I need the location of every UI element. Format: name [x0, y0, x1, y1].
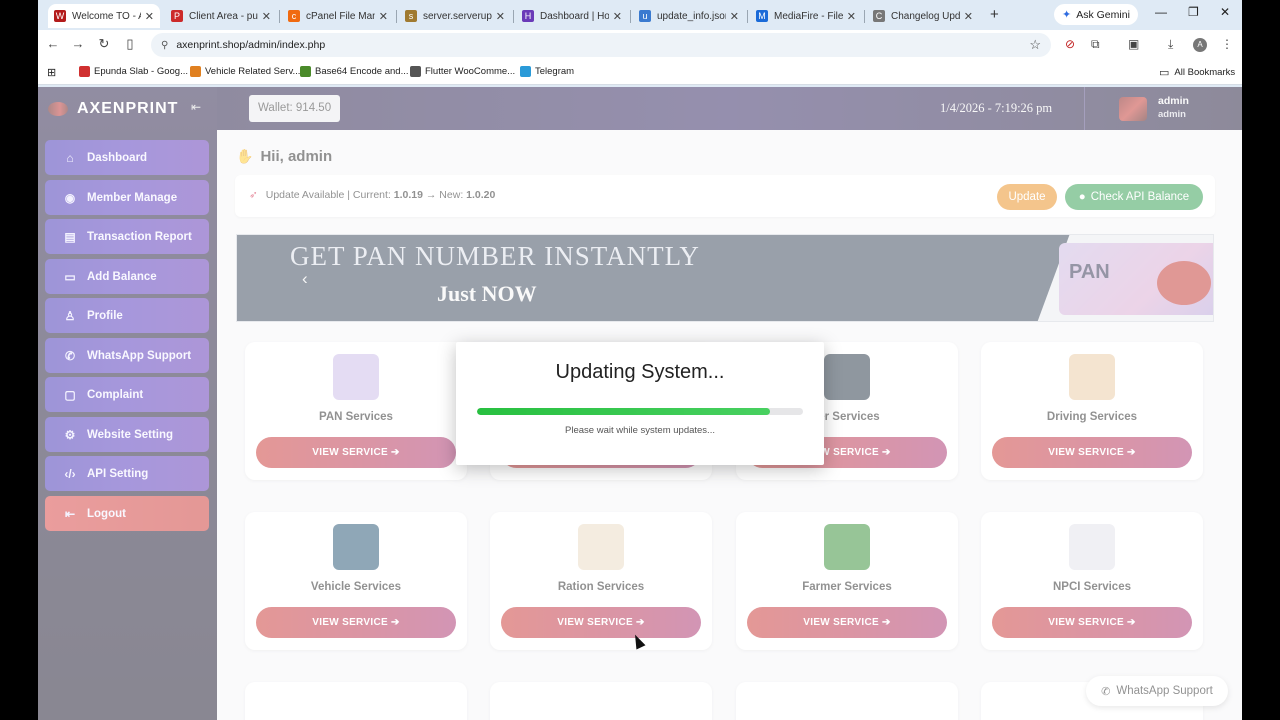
bookmark-item[interactable]: Vehicle Related Serv...	[190, 66, 300, 77]
address-bar[interactable]: ⚲ axenprint.shop/admin/index.php ☆	[151, 33, 1051, 57]
update-modal: Updating System... Please wait while sys…	[456, 342, 824, 465]
forward-arrow-icon[interactable]: →	[69, 36, 87, 51]
folder-icon: ▭	[1159, 67, 1170, 79]
bookmark-item[interactable]: Epunda Slab - Goog...	[79, 66, 188, 77]
tab-close-icon[interactable]: ✕	[379, 10, 388, 23]
block-icon[interactable]: ⊘	[1065, 37, 1075, 51]
tab-close-icon[interactable]: ✕	[145, 10, 154, 23]
tab-favicon-icon: u	[639, 10, 651, 22]
browser-tab[interactable]: c cPanel File Manag ✕	[282, 4, 394, 28]
browser-toolbar: ← → ↻ ▯ ⚲ axenprint.shop/admin/index.php…	[38, 30, 1242, 60]
tab-label: cPanel File Manag	[306, 10, 375, 22]
ask-gemini-button[interactable]: ✦ Ask Gemini	[1054, 4, 1138, 25]
cast-icon[interactable]: ▣	[1128, 37, 1139, 51]
tab-separator	[513, 10, 514, 23]
tab-favicon-icon: C	[873, 10, 885, 22]
tab-close-icon[interactable]: ✕	[847, 10, 856, 23]
tab-close-icon[interactable]: ✕	[730, 10, 739, 23]
all-bookmarks[interactable]: ▭ All Bookmarks	[1159, 66, 1235, 79]
modal-subtitle: Please wait while system updates...	[565, 425, 715, 436]
sidebar-toggle-icon[interactable]: ▯	[121, 36, 139, 52]
browser-tab[interactable]: H Dashboard | Host ✕	[516, 4, 628, 28]
tab-label: update_info.json	[657, 10, 726, 22]
bookmark-star-icon[interactable]: ☆	[1029, 37, 1041, 53]
tab-label: Dashboard | Host	[540, 10, 609, 22]
bookmark-favicon-icon	[410, 66, 421, 77]
tab-favicon-icon: s	[405, 10, 417, 22]
tab-separator	[396, 10, 397, 23]
back-arrow-icon[interactable]: ←	[44, 36, 62, 51]
minimize-button[interactable]: —	[1155, 5, 1167, 19]
bookmark-favicon-icon	[300, 66, 311, 77]
bookmark-label: Flutter WooComme...	[425, 66, 516, 77]
browser-tab[interactable]: W Welcome TO - AX ✕	[48, 4, 160, 28]
url-text: axenprint.shop/admin/index.php	[176, 39, 326, 51]
tab-label: Client Area - publ	[189, 10, 258, 22]
bookmark-item[interactable]: Flutter WooComme...	[410, 66, 515, 77]
update-progress-bar	[477, 408, 803, 415]
download-icon[interactable]: ⤓	[1168, 37, 1173, 52]
browser-menu-icon[interactable]: ⋮	[1221, 37, 1233, 51]
browser-tab[interactable]: s server.serverup.c ✕	[399, 4, 511, 28]
bookmark-label: Telegram	[535, 66, 575, 77]
browser-profile-avatar[interactable]: A	[1193, 38, 1207, 52]
tab-close-icon[interactable]: ✕	[262, 10, 271, 23]
bookmarks-bar: ⊞ ▭ All Bookmarks Epunda Slab - Goog... V…	[38, 60, 1242, 85]
ask-gemini-label: Ask Gemini	[1076, 8, 1130, 21]
tab-separator	[747, 10, 748, 23]
gemini-icon: ✦	[1062, 9, 1072, 21]
tab-label: server.serverup.c	[423, 10, 492, 22]
browser-chrome: W Welcome TO - AX ✕ P Client Area - publ ✕ ccP…	[38, 0, 1242, 87]
new-tab-button[interactable]: +	[990, 6, 999, 23]
close-window-button[interactable]: ✕	[1220, 5, 1230, 19]
browser-tab[interactable]: P Client Area - publ ✕	[165, 4, 277, 28]
bookmark-favicon-icon	[190, 66, 201, 77]
bookmark-favicon-icon	[520, 66, 531, 77]
browser-tab[interactable]: u update_info.json ✕	[633, 4, 745, 28]
modal-title: Updating System...	[555, 361, 725, 383]
bookmark-item[interactable]: Base64 Encode and...	[300, 66, 409, 77]
app-viewport: AXENPRINT ⇤ ⌂Dashboard◉Member Manage▤Tra…	[38, 87, 1242, 720]
bookmark-favicon-icon	[79, 66, 90, 77]
maximize-button[interactable]: ❐	[1188, 5, 1199, 19]
tab-separator	[864, 10, 865, 23]
tab-favicon-icon: P	[171, 10, 183, 22]
tab-favicon-icon: c	[288, 10, 300, 22]
bookmark-label: Epunda Slab - Goog...	[94, 66, 189, 77]
extensions-icon[interactable]: ⧉	[1091, 37, 1100, 52]
tab-close-icon[interactable]: ✕	[964, 10, 973, 23]
tab-favicon-icon: H	[522, 10, 534, 22]
site-info-icon[interactable]: ⚲	[161, 40, 168, 51]
tab-label: MediaFire - File s	[774, 10, 843, 22]
tab-separator	[279, 10, 280, 23]
apps-grid-icon[interactable]: ⊞	[47, 66, 56, 79]
tab-label: Welcome TO - AX	[72, 10, 141, 22]
update-progress-fill	[477, 408, 771, 415]
tab-close-icon[interactable]: ✕	[496, 10, 505, 23]
tab-label: Changelog Upda	[891, 10, 960, 22]
tab-separator	[630, 10, 631, 23]
bookmark-label: Vehicle Related Serv...	[205, 66, 301, 77]
reload-icon[interactable]: ↻	[95, 36, 113, 52]
tab-favicon-icon: W	[54, 10, 66, 22]
bookmark-label: Base64 Encode and...	[315, 66, 409, 77]
bookmark-item[interactable]: Telegram	[520, 66, 574, 77]
browser-tab[interactable]: M MediaFire - File s ✕	[750, 4, 862, 28]
browser-tab[interactable]: C Changelog Upda ✕	[867, 4, 979, 28]
tab-close-icon[interactable]: ✕	[613, 10, 622, 23]
tab-favicon-icon: M	[756, 10, 768, 22]
all-bookmarks-label: All Bookmarks	[1174, 67, 1236, 78]
